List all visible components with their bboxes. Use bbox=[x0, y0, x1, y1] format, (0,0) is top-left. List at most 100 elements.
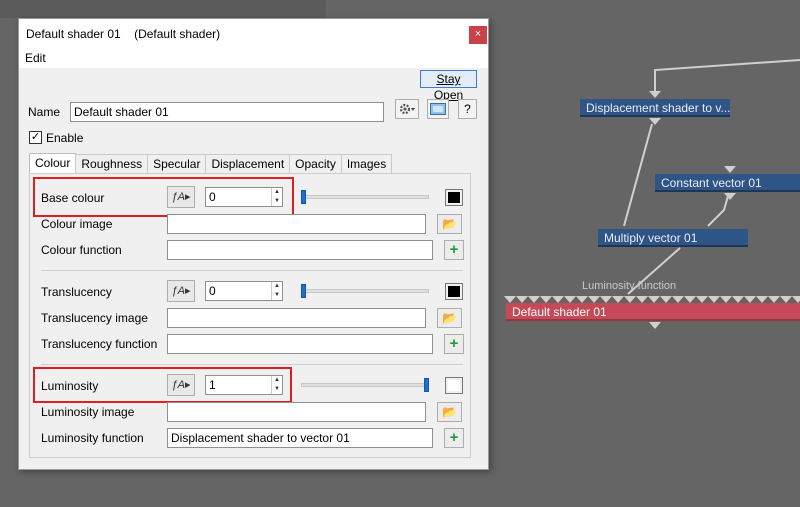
shader-input-pin[interactable] bbox=[504, 296, 516, 303]
name-input[interactable]: Default shader 01 bbox=[70, 102, 384, 122]
luminosity-function-add-button[interactable]: + bbox=[444, 428, 464, 448]
enable-label: Enable bbox=[46, 131, 84, 145]
translucency-spinbox[interactable]: 0 ▲ ▼ bbox=[205, 281, 283, 301]
node-displacement-label: Displacement shader to v... bbox=[586, 101, 730, 115]
spin-arrows-icon[interactable]: ▲ ▼ bbox=[271, 282, 282, 300]
shader-editor-dialog: Default shader 01 (Default shader) × Edi… bbox=[18, 18, 489, 470]
shader-input-pin[interactable] bbox=[696, 296, 708, 303]
luminosity-function-input[interactable]: Displacement shader to vector 01 bbox=[167, 428, 433, 448]
node-output-pin[interactable] bbox=[649, 322, 661, 329]
help-button[interactable]: ? bbox=[458, 99, 477, 119]
shader-input-pin[interactable] bbox=[768, 296, 780, 303]
shader-input-pin[interactable] bbox=[540, 296, 552, 303]
window-title-type: (Default shader) bbox=[134, 27, 221, 41]
translucency-swatch[interactable] bbox=[445, 283, 463, 300]
translucency-function-label: Translucency function bbox=[41, 337, 158, 351]
plus-icon: + bbox=[449, 429, 459, 446]
shader-input-pin[interactable] bbox=[660, 296, 672, 303]
section-divider bbox=[41, 364, 463, 365]
node-output-pin[interactable] bbox=[649, 118, 661, 125]
stay-open-button[interactable]: Stay Open bbox=[420, 70, 477, 102]
base-colour-slider-handle[interactable] bbox=[301, 190, 306, 204]
translucency-slider[interactable] bbox=[301, 289, 429, 293]
luminosity-image-browse-button[interactable]: 📂 bbox=[437, 402, 462, 422]
colour-image-label: Colour image bbox=[41, 217, 113, 231]
translucency-function-input[interactable] bbox=[167, 334, 433, 354]
translucency-slider-handle[interactable] bbox=[301, 284, 306, 298]
base-colour-slider[interactable] bbox=[301, 195, 429, 199]
shader-input-pin[interactable] bbox=[732, 296, 744, 303]
settings-button[interactable] bbox=[395, 99, 419, 119]
node-multiply-vector[interactable]: Multiply vector 01 bbox=[598, 229, 748, 247]
shader-input-pin[interactable] bbox=[636, 296, 648, 303]
shader-input-pin[interactable] bbox=[672, 296, 684, 303]
tab-specular[interactable]: Specular bbox=[147, 154, 207, 173]
translucency-image-browse-button[interactable]: 📂 bbox=[437, 308, 462, 328]
translucency-image-input[interactable] bbox=[167, 308, 426, 328]
shader-input-pin[interactable] bbox=[756, 296, 768, 303]
folder-icon: 📂 bbox=[442, 405, 457, 419]
node-input-pin[interactable] bbox=[724, 166, 736, 173]
section-divider bbox=[41, 270, 463, 271]
shader-input-pin[interactable] bbox=[720, 296, 732, 303]
shader-input-pin[interactable] bbox=[600, 296, 612, 303]
shader-input-pin[interactable] bbox=[612, 296, 624, 303]
tab-roughness[interactable]: Roughness bbox=[75, 154, 149, 173]
luminosity-slider-handle[interactable] bbox=[424, 378, 429, 392]
luminosity-highlight bbox=[33, 367, 292, 403]
close-button[interactable]: × bbox=[469, 26, 487, 44]
title-bar[interactable]: Default shader 01 (Default shader) × bbox=[19, 19, 488, 48]
menu-edit[interactable]: Edit bbox=[25, 51, 46, 65]
shader-input-pin[interactable] bbox=[588, 296, 600, 303]
node-input-pin[interactable] bbox=[649, 91, 661, 98]
folder-icon: 📂 bbox=[442, 311, 457, 325]
luminosity-swatch[interactable] bbox=[445, 377, 463, 394]
gear-icon bbox=[399, 103, 415, 115]
folder-icon: 📂 bbox=[442, 217, 457, 231]
base-colour-swatch[interactable] bbox=[445, 189, 463, 206]
shader-input-pin[interactable] bbox=[780, 296, 792, 303]
translucency-image-label: Translucency image bbox=[41, 311, 148, 325]
shader-input-pin[interactable] bbox=[552, 296, 564, 303]
tab-images[interactable]: Images bbox=[340, 154, 393, 173]
tab-opacity[interactable]: Opacity bbox=[289, 154, 342, 173]
shader-input-pin[interactable] bbox=[576, 296, 588, 303]
base-colour-swatch-fill bbox=[448, 192, 460, 203]
shader-input-pin[interactable] bbox=[624, 296, 636, 303]
colour-image-input[interactable] bbox=[167, 214, 426, 234]
shader-input-pin[interactable] bbox=[528, 296, 540, 303]
shader-input-pin[interactable] bbox=[708, 296, 720, 303]
shader-input-pin[interactable] bbox=[744, 296, 756, 303]
colour-function-add-button[interactable]: + bbox=[444, 240, 464, 260]
shader-input-pin[interactable] bbox=[648, 296, 660, 303]
luminosity-swatch-fill bbox=[448, 380, 460, 391]
enable-checkbox[interactable]: ✓ bbox=[29, 131, 42, 144]
node-default-shader[interactable]: Default shader 01 bbox=[506, 303, 800, 321]
node-displacement-shader[interactable]: Displacement shader to v... bbox=[580, 99, 730, 117]
menu-bar: Edit bbox=[19, 48, 488, 68]
window-title: Default shader 01 (Default shader) bbox=[26, 27, 220, 41]
colour-image-browse-button[interactable]: 📂 bbox=[437, 214, 462, 234]
window-title-name: Default shader 01 bbox=[26, 27, 121, 41]
preview-button[interactable] bbox=[427, 99, 449, 119]
shader-input-pin[interactable] bbox=[564, 296, 576, 303]
translucency-function-button[interactable]: ƒA▸ bbox=[167, 280, 195, 302]
luminosity-slider[interactable] bbox=[301, 383, 429, 387]
shader-input-pin[interactable] bbox=[684, 296, 696, 303]
node-input-caption: Luminosity function bbox=[582, 280, 677, 292]
translucency-label: Translucency bbox=[41, 285, 112, 299]
node-multiply-label: Multiply vector 01 bbox=[604, 231, 698, 245]
tab-displacement[interactable]: Displacement bbox=[205, 154, 291, 173]
luminosity-image-input[interactable] bbox=[167, 402, 426, 422]
plus-icon: + bbox=[449, 241, 459, 258]
translucency-value: 0 bbox=[209, 284, 216, 298]
node-constant-vector[interactable]: Constant vector 01 bbox=[655, 174, 800, 192]
shader-input-pin[interactable] bbox=[792, 296, 800, 303]
translucency-function-add-button[interactable]: + bbox=[444, 334, 464, 354]
node-output-pin[interactable] bbox=[724, 193, 736, 200]
node-constant-label: Constant vector 01 bbox=[661, 176, 762, 190]
tab-colour[interactable]: Colour bbox=[29, 153, 77, 173]
colour-function-input[interactable] bbox=[167, 240, 433, 260]
shader-input-pin[interactable] bbox=[516, 296, 528, 303]
translucency-swatch-fill bbox=[448, 286, 460, 297]
